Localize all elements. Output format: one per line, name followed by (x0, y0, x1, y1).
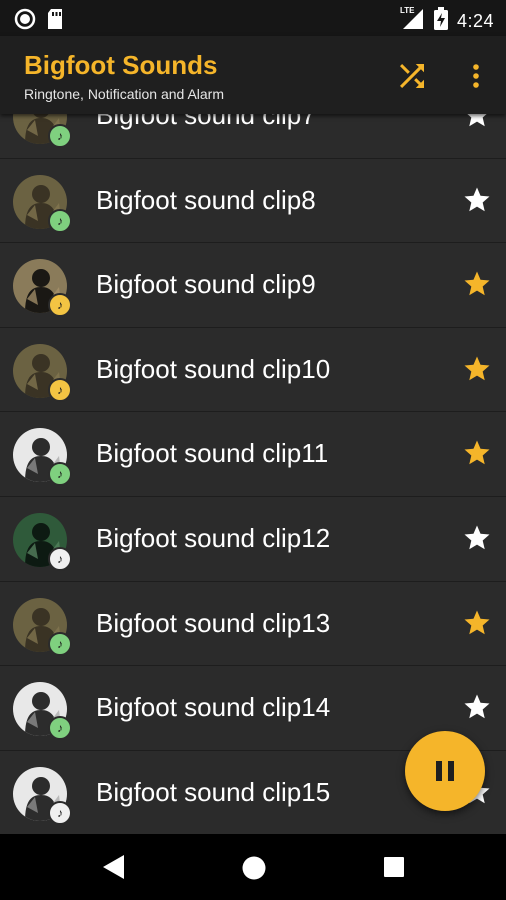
favorite-star-icon[interactable] (462, 269, 492, 299)
music-note-icon: ♪ (48, 208, 72, 233)
favorite-star-icon[interactable] (462, 523, 492, 553)
back-icon[interactable] (100, 853, 126, 881)
list-item[interactable]: ♪ Bigfoot sound clip13 (0, 582, 506, 667)
home-icon[interactable] (241, 855, 267, 881)
favorite-star-icon[interactable] (462, 185, 492, 215)
pause-button[interactable] (405, 731, 485, 811)
recents-icon[interactable] (383, 856, 405, 878)
clip-title: Bigfoot sound clip7 (96, 114, 316, 130)
app-bar: Bigfoot Sounds Ringtone, Notification an… (0, 36, 506, 114)
music-note-icon: ♪ (48, 462, 72, 487)
music-note-icon: ♪ (48, 377, 72, 402)
music-note-icon: ♪ (48, 716, 72, 741)
favorite-star-icon[interactable] (462, 438, 492, 468)
clip-title: Bigfoot sound clip13 (96, 607, 331, 638)
more-options-button[interactable] (464, 58, 488, 94)
shuffle-button[interactable] (394, 58, 430, 94)
music-note-icon: ♪ (48, 546, 72, 571)
clip-title: Bigfoot sound clip12 (96, 522, 331, 553)
battery-charging-icon (433, 7, 449, 36)
list-item[interactable]: ♪ Bigfoot sound clip11 (0, 412, 506, 497)
list-item[interactable]: ♪ Bigfoot sound clip7 (0, 114, 506, 159)
list-item[interactable]: ♪ Bigfoot sound clip10 (0, 328, 506, 413)
sd-card-icon (46, 8, 64, 35)
favorite-star-icon[interactable] (462, 114, 492, 130)
shuffle-icon (400, 64, 424, 88)
navigation-bar (0, 834, 506, 900)
music-note-icon: ♪ (48, 293, 72, 318)
status-bar: LTE 4:24 (0, 0, 506, 36)
list-item[interactable]: ♪ Bigfoot sound clip9 (0, 243, 506, 328)
favorite-star-icon[interactable] (462, 692, 492, 722)
clip-title: Bigfoot sound clip10 (96, 353, 331, 384)
pause-icon (436, 761, 454, 781)
network-label: LTE (399, 6, 415, 15)
clip-list[interactable]: ♪ Bigfoot sound clip7 ♪ Bigfoot sound clip8… (0, 114, 506, 834)
status-time: 4:24 (456, 11, 494, 31)
list-item[interactable]: ♪ Bigfoot sound clip12 (0, 497, 506, 582)
clip-title: Bigfoot sound clip8 (96, 184, 316, 215)
signal-icon: LTE (399, 6, 425, 36)
record-icon (14, 8, 36, 35)
list-item[interactable]: ♪ Bigfoot sound clip8 (0, 159, 506, 244)
clip-title: Bigfoot sound clip11 (96, 438, 329, 469)
music-note-icon: ♪ (48, 631, 72, 656)
clip-title: Bigfoot sound clip9 (96, 269, 316, 300)
more-vert-icon (473, 64, 479, 88)
app-subtitle: Ringtone, Notification and Alarm (24, 86, 224, 102)
music-note-icon: ♪ (48, 800, 72, 825)
favorite-star-icon[interactable] (462, 608, 492, 638)
app-title: Bigfoot Sounds (24, 50, 218, 80)
clip-title: Bigfoot sound clip14 (96, 692, 331, 723)
music-note-icon: ♪ (48, 124, 72, 148)
clip-title: Bigfoot sound clip15 (96, 776, 331, 807)
favorite-star-icon[interactable] (462, 354, 492, 384)
